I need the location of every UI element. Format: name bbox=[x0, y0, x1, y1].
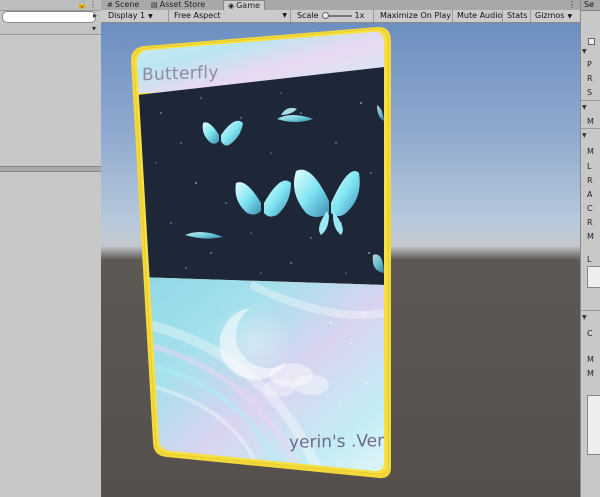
inspector-row-label: C bbox=[587, 329, 593, 338]
scene-icon: # bbox=[107, 1, 113, 9]
scale-label: Scale bbox=[297, 11, 319, 20]
chevron-down-icon: ▼ bbox=[148, 13, 153, 20]
mute-audio-toggle[interactable]: Mute Audio bbox=[454, 10, 503, 22]
maximize-label: Maximize On Play bbox=[380, 11, 452, 20]
inspector-row-label: L bbox=[587, 255, 592, 264]
left-panel-toolbar bbox=[0, 24, 101, 35]
foldout-triangle-icon[interactable]: ▼ bbox=[582, 132, 587, 139]
inspector-tab-label: Se bbox=[584, 0, 594, 9]
inspector-row-label: P bbox=[587, 60, 592, 69]
foldout-triangle-icon[interactable]: ▼ bbox=[582, 104, 587, 111]
tab-scene[interactable]: # Scene bbox=[103, 0, 143, 10]
card-title: Butterfly bbox=[142, 62, 219, 86]
inspector-row-label: C bbox=[587, 204, 593, 213]
card: Butterfly yerin's .Ver bbox=[101, 23, 580, 497]
gizmos-label: Gizmos bbox=[535, 11, 565, 20]
panel-menu-icon-2[interactable]: ▾ bbox=[92, 24, 96, 33]
search-dropdown-icon[interactable]: ▸ bbox=[93, 11, 97, 20]
panel-menu-icon[interactable]: ⋮ bbox=[89, 0, 97, 9]
inspector-row-label: M bbox=[587, 232, 594, 241]
card-graphic bbox=[131, 26, 391, 479]
inspector-row-label: M bbox=[587, 355, 594, 364]
tab-game[interactable]: ◉ Game bbox=[223, 0, 265, 10]
tab-asset-store[interactable]: ▤ Asset Store bbox=[147, 0, 209, 10]
gizmos-dropdown[interactable]: Gizmos ▼ bbox=[532, 10, 578, 22]
tab-scene-label: Scene bbox=[114, 0, 140, 9]
game-view[interactable]: Butterfly yerin's .Ver bbox=[101, 23, 580, 497]
divider bbox=[581, 100, 600, 101]
inspector-row-label: M bbox=[587, 369, 594, 378]
inspector-row-label: R bbox=[587, 176, 593, 185]
active-checkbox[interactable] bbox=[588, 38, 595, 45]
search-input[interactable] bbox=[2, 11, 96, 23]
divider bbox=[581, 128, 600, 129]
preview-box[interactable] bbox=[587, 266, 600, 288]
maximize-on-play-toggle[interactable]: Maximize On Play bbox=[377, 10, 453, 22]
chevron-down-icon: ▼ bbox=[282, 12, 287, 19]
panel-menu-icon-game[interactable]: ⋮ bbox=[568, 0, 576, 9]
display-label: Display 1 bbox=[108, 11, 146, 20]
card-subtitle: yerin's .Ver bbox=[289, 431, 385, 453]
aspect-dropdown[interactable]: Free Aspect ▼ bbox=[171, 10, 291, 22]
scale-slider-handle[interactable] bbox=[321, 11, 329, 19]
asset-store-icon: ▤ bbox=[151, 1, 158, 9]
game-icon: ◉ bbox=[228, 2, 235, 10]
inspector-row-label: M bbox=[587, 117, 594, 126]
chevron-down-icon: ▼ bbox=[567, 13, 573, 20]
inspector-row-label: M bbox=[587, 147, 594, 156]
mute-label: Mute Audio bbox=[457, 11, 503, 20]
inspector-row-label: S bbox=[587, 88, 593, 97]
inspector-row-label: R bbox=[587, 218, 593, 227]
stats-label: Stats bbox=[507, 11, 528, 20]
scale-slider-track[interactable] bbox=[321, 11, 352, 19]
inspector-row-label: A bbox=[587, 190, 593, 199]
foldout-triangle-icon[interactable]: ▼ bbox=[582, 314, 587, 321]
panel-splitter[interactable] bbox=[0, 166, 101, 172]
inspector-tab[interactable]: Se bbox=[581, 0, 600, 11]
game-toolbar: Display 1 ▼ Free Aspect ▼ Scale 1x Maximize… bbox=[101, 10, 580, 23]
scale-value: 1x bbox=[354, 11, 365, 20]
divider bbox=[581, 310, 600, 311]
material-preview[interactable] bbox=[587, 395, 600, 455]
display-dropdown[interactable]: Display 1 ▼ bbox=[105, 10, 169, 22]
scale-slider[interactable]: Scale 1x bbox=[294, 10, 374, 22]
aspect-label: Free Aspect bbox=[174, 11, 221, 20]
stats-toggle[interactable]: Stats bbox=[504, 10, 531, 22]
foldout-triangle-icon[interactable]: ▼ bbox=[582, 48, 587, 55]
inspector-row-label: L bbox=[587, 162, 592, 171]
left-panel: 🔒 ⋮ ▸ ▾ bbox=[0, 0, 102, 497]
lock-icon[interactable]: 🔒 bbox=[77, 0, 87, 9]
inspector-row-label: R bbox=[587, 74, 593, 83]
tab-asset-store-label: Asset Store bbox=[159, 0, 206, 9]
tab-game-label: Game bbox=[236, 1, 260, 10]
inspector-panel: Se ▼ P R S ▼ M ▼ M L R A C R M L ▼ C M M bbox=[580, 0, 600, 497]
